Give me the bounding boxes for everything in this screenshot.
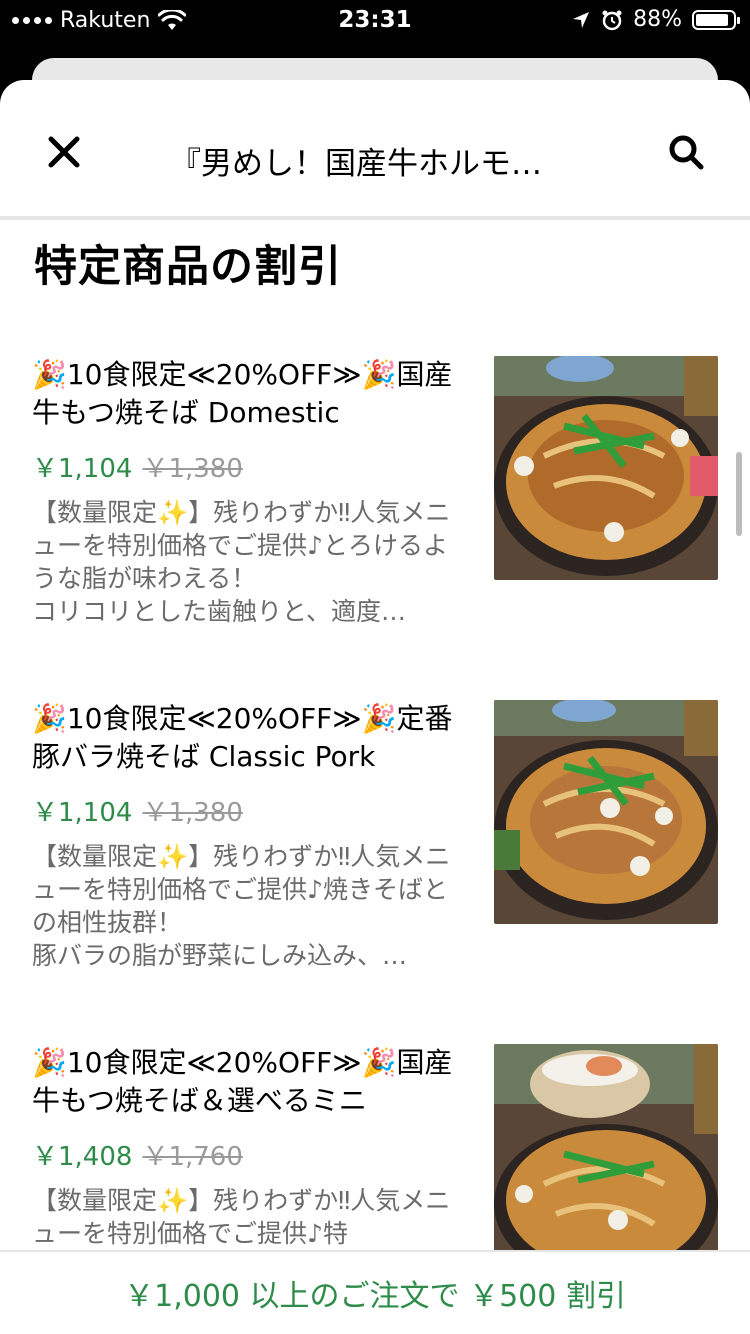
search-icon	[669, 135, 704, 170]
store-title: 『男めし！国産牛ホルモ…	[170, 146, 542, 182]
discount-sheet: 『男めし！国産牛ホルモ… 特定商品の割引 🎉10食限定≪20%OFF≫🎉国産牛も…	[0, 80, 750, 1334]
item-prices: ￥1,104 ￥1,380	[32, 448, 462, 484]
item-prices: ￥1,408 ￥1,760	[32, 1136, 462, 1172]
item-original-price: ￥1,380	[142, 453, 243, 484]
item-name: 🎉10食限定≪20%OFF≫🎉国産牛もつ焼そば Domestic	[32, 358, 453, 429]
section-title: 特定商品の割引	[34, 242, 342, 292]
close-button[interactable]	[40, 128, 88, 176]
search-button[interactable]	[662, 128, 710, 176]
menu-item[interactable]: 🎉10食限定≪20%OFF≫🎉定番豚バラ焼そば Classic Pork ￥1,…	[0, 700, 750, 1000]
item-description: 【数量限定✨】残りわずか‼人気メニューを特別価格でご提供♪焼きそばとの相性抜群！…	[32, 842, 451, 970]
header: 『男めし！国産牛ホルモ…	[0, 80, 750, 220]
location-arrow-icon	[573, 11, 590, 28]
item-original-price: ￥1,760	[142, 1141, 243, 1172]
item-text: 🎉10食限定≪20%OFF≫🎉国産牛もつ焼そば Domestic ￥1,104 …	[32, 356, 462, 628]
item-image	[494, 356, 718, 580]
item-description: 【数量限定✨】残りわずか‼人気メニューを特別価格でご提供♪とろけるような脂が味わ…	[32, 498, 451, 626]
item-image	[494, 1044, 718, 1268]
status-bar: Rakuten 23:31 88%	[0, 0, 750, 42]
alarm-icon	[602, 10, 622, 30]
status-right: 88%	[571, 7, 740, 32]
close-icon	[48, 136, 80, 168]
promo-banner[interactable]: ￥1,000 以上のご注文で ￥500 割引	[0, 1250, 750, 1334]
item-name: 🎉10食限定≪20%OFF≫🎉国産牛もつ焼そば＆選べるミニ	[32, 1046, 453, 1117]
item-image	[494, 700, 718, 924]
item-price: ￥1,104	[32, 453, 133, 484]
menu-item[interactable]: 🎉10食限定≪20%OFF≫🎉国産牛もつ焼そば Domestic ￥1,104 …	[0, 356, 750, 656]
item-text: 🎉10食限定≪20%OFF≫🎉定番豚バラ焼そば Classic Pork ￥1,…	[32, 700, 462, 972]
scrollbar[interactable]	[736, 452, 742, 536]
item-prices: ￥1,104 ￥1,380	[32, 792, 462, 828]
item-name: 🎉10食限定≪20%OFF≫🎉定番豚バラ焼そば Classic Pork	[32, 702, 453, 773]
battery-icon	[692, 9, 740, 30]
item-original-price: ￥1,380	[142, 797, 243, 828]
item-price: ￥1,104	[32, 797, 133, 828]
battery-percent: 88%	[633, 7, 682, 32]
item-price: ￥1,408	[32, 1141, 133, 1172]
